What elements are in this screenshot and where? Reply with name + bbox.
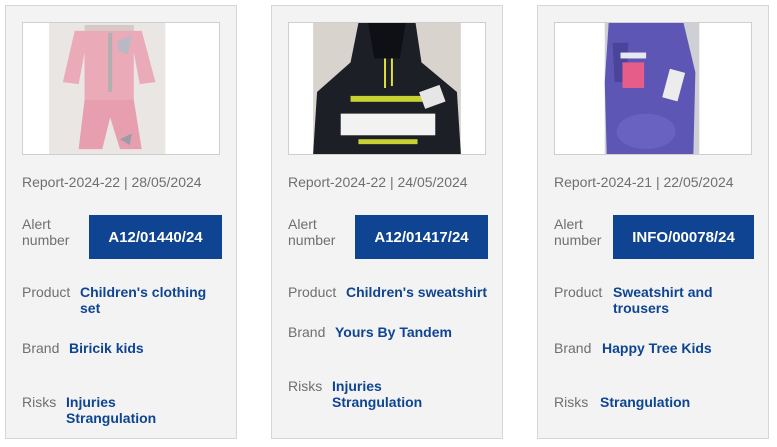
alert-card[interactable]: Report-2024-22 | 28/05/2024 Alert number… [5, 5, 237, 439]
alert-number-label: Alert number [22, 216, 70, 248]
product-value[interactable]: Sweatshirt and trousers [613, 284, 713, 316]
brand-value[interactable]: Biricik kids [69, 340, 144, 356]
brand-value[interactable]: Yours By Tandem [335, 324, 452, 340]
product-image[interactable] [554, 22, 752, 155]
alert-card[interactable]: Report-2024-22 | 24/05/2024 Alert number… [271, 5, 503, 439]
alert-card[interactable]: Report-2024-21 | 22/05/2024 Alert number… [537, 5, 769, 439]
risks-label: Risks [288, 378, 323, 394]
product-line: Children's sweatshirt [346, 284, 488, 300]
alert-number-button[interactable]: A12/01417/24 [355, 215, 488, 259]
brand-value[interactable]: Happy Tree Kids [602, 340, 712, 356]
product-line: set [80, 300, 101, 316]
risk-item: Strangulation [66, 410, 157, 426]
product-line: Children's clothing [80, 284, 207, 300]
brand-label: Brand [22, 340, 60, 356]
alert-number-button[interactable]: A12/01440/24 [89, 215, 222, 259]
product-value[interactable]: Children's sweatshirt [346, 284, 487, 300]
product-line: Sweatshirt and [613, 284, 713, 300]
risk-item: Strangulation [600, 394, 691, 410]
product-label: Product [288, 284, 337, 300]
risk-item: Injuries [332, 378, 382, 394]
risk-item: Injuries [66, 394, 116, 410]
alert-number-label: Alert number [288, 216, 336, 248]
product-label: Product [22, 284, 71, 300]
report-info: Report-2024-21 | 22/05/2024 [554, 174, 734, 190]
product-image[interactable] [22, 22, 220, 155]
pink-clothing-photo [23, 23, 219, 154]
product-label: Product [554, 284, 603, 300]
risks-value: Injuries Strangulation [332, 378, 422, 410]
risks-value: Injuries Strangulation [66, 394, 156, 426]
risk-item: Strangulation [332, 394, 423, 410]
report-info: Report-2024-22 | 28/05/2024 [22, 174, 202, 190]
alert-number-button[interactable]: INFO/00078/24 [613, 215, 754, 259]
product-image[interactable] [288, 22, 486, 155]
risks-label: Risks [22, 394, 57, 410]
purple-sweatshirt-photo [555, 23, 751, 154]
product-line: trousers [613, 300, 670, 316]
alert-number-label: Alert number [554, 216, 602, 248]
product-value[interactable]: Children's clothing set [80, 284, 206, 316]
black-sweatshirt-photo [289, 23, 485, 154]
brand-label: Brand [288, 324, 326, 340]
report-info: Report-2024-22 | 24/05/2024 [288, 174, 468, 190]
brand-label: Brand [554, 340, 592, 356]
risks-value: Strangulation [600, 394, 690, 410]
risks-label: Risks [554, 394, 589, 410]
